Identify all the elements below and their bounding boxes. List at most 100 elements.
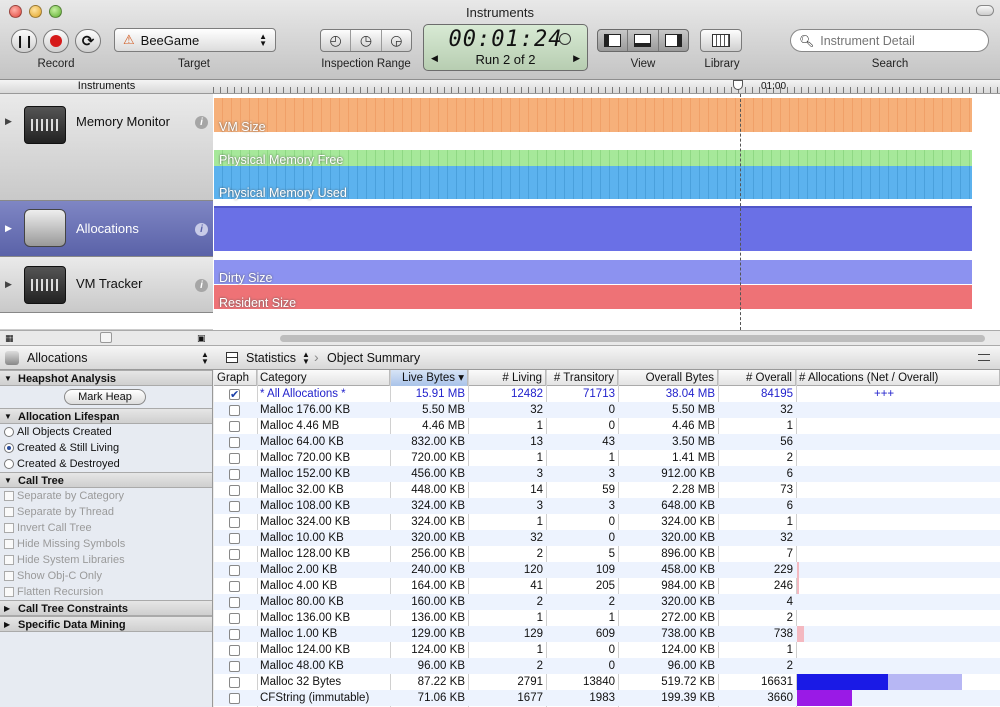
- column-header[interactable]: # Overall: [718, 370, 796, 386]
- graph-checkbox[interactable]: [229, 533, 240, 544]
- horizontal-scrollbar[interactable]: [280, 335, 985, 342]
- checkbox[interactable]: [4, 507, 14, 517]
- radio-button[interactable]: [4, 459, 14, 469]
- column-header[interactable]: Category: [257, 370, 390, 386]
- table-row[interactable]: Malloc 32 Bytes 87.22 KB 2791 13840 519.72 K…: [214, 674, 1000, 690]
- section-allocation-lifespan[interactable]: Allocation Lifespan: [0, 408, 212, 425]
- previous-run-button[interactable]: ◀: [431, 53, 438, 64]
- table-row[interactable]: Malloc 80.00 KB 160.00 KB 2 2 320.00 KB 4: [214, 594, 1000, 610]
- graph-checkbox[interactable]: [229, 485, 240, 496]
- radio-button[interactable]: [4, 443, 14, 453]
- graph-checkbox[interactable]: [229, 629, 240, 640]
- target-select[interactable]: ⚠ BeeGame ▲ ▼: [114, 28, 276, 52]
- track-view[interactable]: VM Size Physical Memory Free Physical Me…: [213, 94, 1000, 330]
- graph-checkbox[interactable]: [229, 549, 240, 560]
- inspection-end-button[interactable]: ◶: [382, 30, 411, 51]
- lifespan-option[interactable]: All Objects Created: [0, 424, 212, 440]
- call-tree-option[interactable]: Flatten Recursion: [0, 584, 212, 600]
- table-row[interactable]: Malloc 152.00 KB 456.00 KB 3 3 912.00 KB 6: [214, 466, 1000, 482]
- updown-icon[interactable]: ▲ ▼: [302, 351, 310, 366]
- next-run-button[interactable]: ▶: [573, 53, 580, 64]
- graph-checkbox[interactable]: [229, 469, 240, 480]
- instrument-row-vm-tracker[interactable]: ▶ VM Tracker i: [0, 257, 213, 313]
- checkbox[interactable]: [4, 571, 14, 581]
- instrument-row-memory-monitor[interactable]: ▶ Memory Monitor i: [0, 94, 213, 201]
- graph-checkbox[interactable]: [229, 581, 240, 592]
- table-row[interactable]: ✔ * All Allocations * 15.91 MB 12482 71713 38…: [214, 386, 1000, 402]
- graph-checkbox[interactable]: [229, 437, 240, 448]
- instrument-row-allocations[interactable]: ▶ Allocations i: [0, 201, 213, 257]
- column-header[interactable]: # Transitory: [546, 370, 618, 386]
- radio-button[interactable]: [4, 427, 14, 437]
- table-row[interactable]: CFString (immutable) 71.06 KB 1677 1983 199.…: [214, 690, 1000, 706]
- checkbox[interactable]: [4, 539, 14, 549]
- graph-checkbox[interactable]: [229, 613, 240, 624]
- record-button[interactable]: [43, 29, 69, 53]
- graph-checkbox[interactable]: [229, 453, 240, 464]
- graph-checkbox[interactable]: [229, 405, 240, 416]
- checkbox[interactable]: [4, 491, 14, 501]
- graph-checkbox[interactable]: [229, 693, 240, 704]
- table-row[interactable]: Malloc 108.00 KB 324.00 KB 3 3 648.00 KB 6: [214, 498, 1000, 514]
- table-row[interactable]: Malloc 4.00 KB 164.00 KB 41 205 984.00 KB 246: [214, 578, 1000, 594]
- info-icon[interactable]: i: [195, 279, 208, 292]
- table-row[interactable]: Malloc 10.00 KB 320.00 KB 32 0 320.00 KB 32: [214, 530, 1000, 546]
- disclosure-triangle-icon[interactable]: ▶: [5, 116, 12, 127]
- section-call-tree[interactable]: Call Tree: [0, 472, 212, 489]
- view-right-pane-button[interactable]: [659, 30, 688, 51]
- table-row[interactable]: Malloc 136.00 KB 136.00 KB 1 1 272.00 KB 2: [214, 610, 1000, 626]
- graph-checkbox[interactable]: [229, 677, 240, 688]
- graph-checkbox[interactable]: [229, 565, 240, 576]
- column-header[interactable]: Graph: [214, 370, 257, 386]
- disclosure-triangle-icon[interactable]: ▶: [5, 223, 12, 234]
- view-left-pane-button[interactable]: [598, 30, 629, 51]
- call-tree-option[interactable]: Hide Missing Symbols: [0, 536, 212, 552]
- graph-checkbox[interactable]: [229, 517, 240, 528]
- graph-checkbox[interactable]: [229, 597, 240, 608]
- call-tree-option[interactable]: Separate by Thread: [0, 504, 212, 520]
- clock-icon[interactable]: [559, 33, 571, 45]
- section-specific-data-mining[interactable]: Specific Data Mining: [0, 616, 212, 633]
- info-icon[interactable]: i: [195, 116, 208, 129]
- snap-icon[interactable]: [100, 332, 112, 343]
- table-row[interactable]: Malloc 1.00 KB 129.00 KB 129 609 738.00 KB 73…: [214, 626, 1000, 642]
- table-row[interactable]: Malloc 48.00 KB 96.00 KB 2 0 96.00 KB 2: [214, 658, 1000, 674]
- zoom-in-icon[interactable]: ▣: [197, 333, 206, 344]
- column-header[interactable]: Overall Bytes: [618, 370, 718, 386]
- table-row[interactable]: Malloc 2.00 KB 240.00 KB 120 109 458.00 KB 22…: [214, 562, 1000, 578]
- breadcrumb-view[interactable]: Statistics: [246, 351, 296, 365]
- breadcrumb-detail[interactable]: Object Summary: [327, 351, 420, 365]
- inspection-clear-button[interactable]: ◷: [351, 30, 382, 51]
- table-row[interactable]: Malloc 720.00 KB 720.00 KB 1 1 1.41 MB 2: [214, 450, 1000, 466]
- table-row[interactable]: Malloc 124.00 KB 124.00 KB 1 0 124.00 KB 1: [214, 642, 1000, 658]
- menu-lines-icon[interactable]: [978, 354, 990, 361]
- restart-button[interactable]: ⟳: [75, 29, 101, 53]
- column-header[interactable]: Live Bytes ▾: [390, 370, 468, 386]
- library-button[interactable]: [700, 29, 742, 52]
- table-row[interactable]: Malloc 4.46 MB 4.46 MB 1 0 4.46 MB 1: [214, 418, 1000, 434]
- checkbox[interactable]: [4, 523, 14, 533]
- inspection-start-button[interactable]: ◴: [321, 30, 352, 51]
- call-tree-option[interactable]: Show Obj-C Only: [0, 568, 212, 584]
- column-header[interactable]: # Allocations (Net / Overall): [796, 370, 1000, 386]
- table-row[interactable]: Malloc 64.00 KB 832.00 KB 13 43 3.50 MB 56: [214, 434, 1000, 450]
- disclosure-triangle-icon[interactable]: ▶: [5, 279, 12, 290]
- table-row[interactable]: Malloc 176.00 KB 5.50 MB 32 0 5.50 MB 32: [214, 402, 1000, 418]
- call-tree-option[interactable]: Separate by Category: [0, 488, 212, 504]
- graph-checkbox[interactable]: [229, 501, 240, 512]
- section-heapshot-analysis[interactable]: Heapshot Analysis: [0, 370, 212, 387]
- section-call-tree-constraints[interactable]: Call Tree Constraints: [0, 600, 212, 617]
- lifespan-option[interactable]: Created & Destroyed: [0, 456, 212, 472]
- updown-icon[interactable]: ▲ ▼: [201, 351, 209, 366]
- column-header[interactable]: # Living: [468, 370, 546, 386]
- call-tree-option[interactable]: Hide System Libraries: [0, 552, 212, 568]
- call-tree-option[interactable]: Invert Call Tree: [0, 520, 212, 536]
- checkbox[interactable]: [4, 555, 14, 565]
- graph-checkbox[interactable]: [229, 421, 240, 432]
- graph-checkbox[interactable]: [229, 645, 240, 656]
- search-input[interactable]: [820, 33, 981, 48]
- checkbox[interactable]: [4, 587, 14, 597]
- table-row[interactable]: Malloc 324.00 KB 324.00 KB 1 0 324.00 KB 1: [214, 514, 1000, 530]
- info-icon[interactable]: i: [195, 223, 208, 236]
- graph-checkbox[interactable]: ✔: [229, 389, 240, 401]
